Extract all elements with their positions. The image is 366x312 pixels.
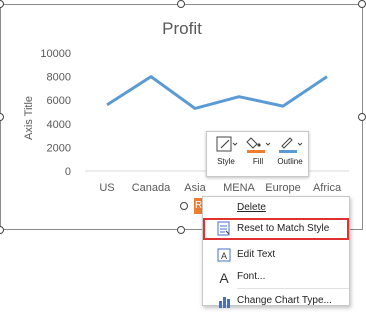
menu-item-delete[interactable]: Delete: [203, 197, 349, 219]
font-icon: A: [219, 270, 229, 285]
selection-handle-bottom-center[interactable]: [177, 226, 185, 234]
selection-handle-top-right[interactable]: [358, 0, 366, 8]
y-tick-label: 0: [65, 166, 71, 178]
mini-toolbar: Style Fill Outline: [206, 131, 309, 177]
style-label: Style: [217, 157, 235, 166]
x-tick-label: US: [99, 182, 114, 194]
menu-item-label: Font...: [237, 271, 266, 282]
context-menu: Delete Reset to Match Style A Edit Text …: [202, 196, 350, 308]
selection-handle-top-center[interactable]: [177, 0, 185, 8]
x-tick-label: Africa: [313, 182, 342, 194]
selection-handle-bottom-left[interactable]: [0, 226, 4, 234]
outline-label: Outline: [277, 157, 303, 166]
menu-item-font[interactable]: A Font...: [203, 266, 349, 288]
selection-handle-middle-right[interactable]: [358, 113, 366, 121]
y-tick-label: 4000: [47, 119, 71, 131]
menu-item-edit-text[interactable]: A Edit Text: [203, 244, 349, 266]
fill-bucket-icon: [246, 137, 271, 153]
chart-type-icon: [219, 297, 230, 308]
menu-separator: [237, 288, 349, 289]
y-tick-label: 2000: [47, 142, 71, 154]
x-tick-label: MENA: [223, 182, 255, 194]
y-tick-label: 6000: [47, 95, 71, 107]
edit-text-icon: A: [217, 248, 231, 262]
menu-item-label: Delete: [237, 202, 266, 213]
chart-title[interactable]: Profit: [162, 19, 202, 38]
fill-button[interactable]: Fill: [244, 135, 272, 175]
menu-item-label: Reset to Match Style: [237, 223, 330, 234]
outline-button[interactable]: Outline: [276, 135, 304, 175]
selection-handle-legend-left[interactable]: [180, 202, 188, 210]
y-tick-label: 8000: [47, 72, 71, 84]
profit-series-line[interactable]: [106, 75, 328, 110]
y-axis-ticks: 0 2000 4000 6000 8000 10000: [40, 48, 71, 178]
menu-item-label: Edit Text: [237, 249, 276, 260]
x-tick-label: Europe: [265, 182, 300, 194]
outline-pen-icon: [279, 137, 303, 153]
menu-item-label: Change Chart Type...: [237, 295, 332, 306]
x-axis-labels: US Canada Asia MENA Europe Africa: [99, 182, 342, 194]
y-tick-label: 10000: [40, 48, 71, 60]
reset-style-icon: [217, 221, 230, 236]
svg-text:A: A: [219, 270, 229, 285]
style-button[interactable]: Style: [212, 135, 240, 175]
svg-text:A: A: [221, 251, 227, 261]
x-tick-label: Canada: [132, 182, 171, 194]
x-tick-label: Asia: [184, 182, 206, 194]
y-axis-title[interactable]: Axis Title: [23, 96, 35, 140]
menu-item-reset-to-match-style[interactable]: Reset to Match Style: [203, 218, 349, 240]
fill-label: Fill: [252, 157, 264, 166]
menu-item-change-chart-type[interactable]: Change Chart Type...: [203, 290, 349, 312]
style-icon: [216, 136, 238, 152]
